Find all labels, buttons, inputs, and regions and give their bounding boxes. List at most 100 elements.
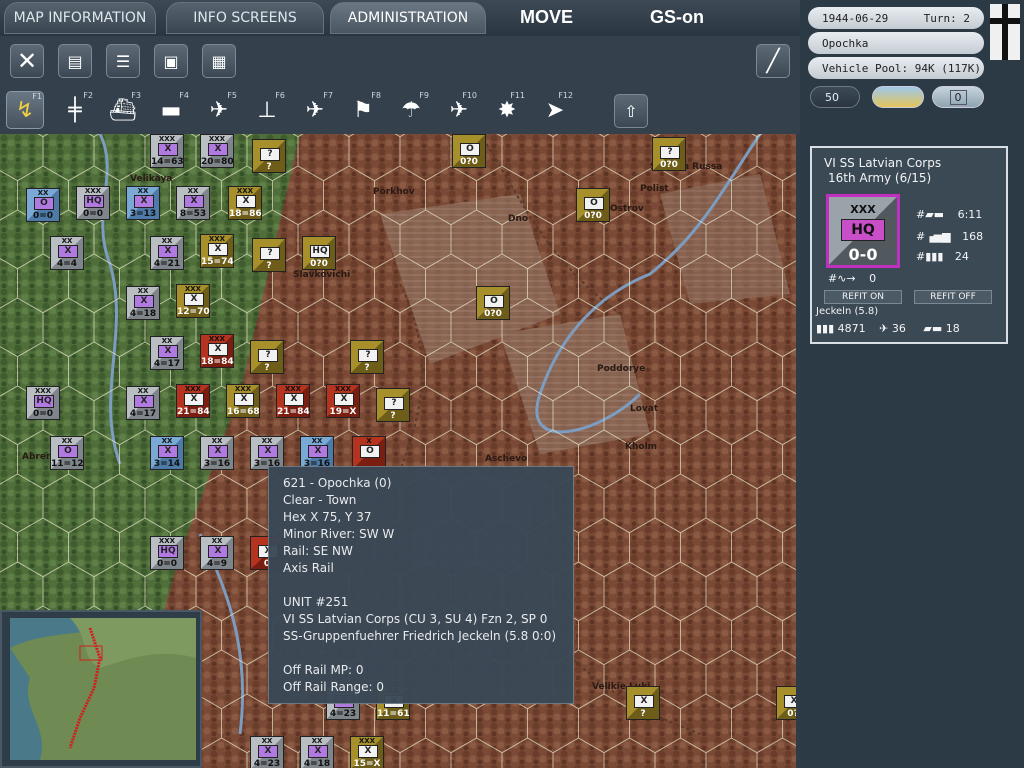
refit-on-button[interactable]: REFIT ON (824, 290, 902, 304)
unit-counter[interactable]: XX X 4=21 (150, 236, 184, 270)
value-b-box: 0 (932, 86, 984, 108)
men-icon: ▮▮▮ (816, 322, 835, 335)
unit-counter[interactable]: XXX X 12=70 (176, 284, 210, 318)
tab-administration[interactable]: ADMINISTRATION (330, 2, 486, 34)
unit-counter[interactable]: XXX HQ 0=0 (26, 386, 60, 420)
tank-count-row: #▰▬ 6:11 (916, 208, 982, 221)
vehicle-count: 24 (954, 250, 969, 263)
commander-report-icon[interactable]: ▤ (58, 44, 92, 78)
unit-type: HQ (841, 219, 885, 241)
unit-counter[interactable]: XXX HQ 0-0 (826, 194, 900, 268)
unit-counter[interactable]: XXX X 18=84 (200, 334, 234, 368)
counter-symbol: X (234, 393, 254, 406)
artillery-icon[interactable]: ⊥ F6 (248, 91, 286, 129)
next-unit-icon[interactable]: ➤ F12 (536, 91, 574, 129)
counter-value: 0=0 (82, 209, 104, 219)
unit-counter[interactable]: XXX X 20=80 (200, 134, 234, 168)
unit-counter[interactable]: XXX X 21=84 (176, 384, 210, 418)
unit-counter[interactable]: XX X 3=14 (150, 436, 184, 470)
naval-icon[interactable]: ⛴ F3 (104, 91, 142, 129)
unit-counter[interactable]: XXX HQ 0=0 (76, 186, 110, 220)
tooltip-rail: Rail: SE NW (283, 544, 353, 558)
tab-map-information[interactable]: MAP INFORMATION (4, 2, 156, 34)
unit-counter[interactable]: XX X 4=9 (200, 536, 234, 570)
counter-symbol: ? (384, 397, 404, 410)
fkey-label: F8 (371, 91, 381, 100)
tooltip-hex-name: 621 - Opochka (0) (283, 476, 392, 490)
bombing-icon[interactable]: ⚑ F8 (344, 91, 382, 129)
counter-value: 0=0 (156, 559, 178, 569)
rail-icon[interactable]: ╪ F2 (56, 91, 94, 129)
unit-counter[interactable]: XXX X 14=63 (150, 134, 184, 168)
unit-counter[interactable]: O 0?0 (452, 134, 486, 168)
grid-icon[interactable]: ▦ (202, 44, 236, 78)
naval-transport-icon[interactable]: ▬ F4 (152, 91, 190, 129)
unit-counter[interactable]: XXX HQ 0=0 (150, 536, 184, 570)
minimap[interactable] (0, 610, 202, 768)
counter-symbol: X (184, 293, 204, 306)
unit-counter[interactable]: XXX X 21=84 (276, 384, 310, 418)
counter-symbol: ? (260, 247, 280, 260)
gs-toggle[interactable]: GS-on (650, 7, 704, 28)
counter-value: 12=70 (177, 307, 210, 317)
tab-info-screens[interactable]: INFO SCREENS (166, 2, 324, 34)
counter-value: 4=17 (129, 409, 157, 419)
unit-counter[interactable]: XXX X 15=X (350, 736, 384, 768)
unit-counter[interactable]: X0? (776, 686, 796, 720)
counter-value: ? (266, 261, 272, 271)
refit-off-button[interactable]: REFIT OFF (914, 290, 992, 304)
counter-value: 0? (787, 709, 796, 719)
weather-icon[interactable] (872, 86, 924, 108)
unit-counter[interactable]: XX X 4=17 (150, 336, 184, 370)
unit-counter[interactable]: ?? (350, 340, 384, 374)
unit-counter[interactable]: XO (352, 436, 386, 470)
move-mode-icon[interactable]: ↯ F1 (6, 91, 44, 129)
unit-counter[interactable]: XXX4=23 (250, 736, 284, 768)
unit-counter[interactable]: ?? (250, 340, 284, 374)
unit-counter[interactable]: ?? (376, 388, 410, 422)
unit-counter[interactable]: O 0?0 (476, 286, 510, 320)
unit-counter[interactable]: XX O 11=12 (50, 436, 84, 470)
unit-counter[interactable]: XX X 4=4 (50, 236, 84, 270)
unit-counter[interactable]: O 0?0 (576, 188, 610, 222)
counter-size: XX (137, 387, 149, 395)
unit-counter[interactable]: XX X 3=16 (200, 436, 234, 470)
counter-symbol: ? (358, 349, 378, 362)
close-icon[interactable]: ✕ (10, 44, 44, 78)
place-label: Velikaya (130, 174, 173, 184)
tooltip-spacer (283, 645, 559, 662)
unit-counter[interactable]: XX X 4=18 (300, 736, 334, 768)
explosion-icon[interactable]: ✸ F11 (488, 91, 526, 129)
list-icon[interactable]: ☰ (106, 44, 140, 78)
unit-counter[interactable]: HQ 0?0 (302, 236, 336, 270)
air-transport-icon[interactable]: ✈ F7 (296, 91, 334, 129)
counter-value: ? (640, 709, 646, 719)
unit-counter[interactable]: XX X 3=16 (250, 436, 284, 470)
location-box: Opochka (808, 32, 984, 54)
unit-counter[interactable]: ? 0?0 (652, 137, 686, 171)
pen-icon[interactable]: ╱ (756, 44, 790, 78)
unit-counter[interactable]: X? (626, 686, 660, 720)
unit-counter[interactable]: XX X 4=18 (126, 286, 160, 320)
upload-icon[interactable]: ⇧ (614, 94, 648, 128)
unit-counter[interactable]: XX X 8=53 (176, 186, 210, 220)
counter-symbol: HQ (84, 195, 104, 208)
counter-value: 14=63 (151, 157, 184, 167)
counter-size: XX (187, 187, 199, 195)
airstrike-icon[interactable]: ✈ F10 (440, 91, 478, 129)
unit-counter[interactable]: XXX X 19=X (326, 384, 360, 418)
unit-counter[interactable]: ?? (252, 238, 286, 272)
unit-counter[interactable]: XXX X 15=74 (200, 234, 234, 268)
save-icon[interactable]: ▣ (154, 44, 188, 78)
unit-counter[interactable]: XXX X 16=68 (226, 384, 260, 418)
unit-counter[interactable]: ?? (252, 139, 286, 173)
unit-counter[interactable]: XX X 4=17 (126, 386, 160, 420)
unit-counter[interactable]: XXX X 18=86 (228, 186, 262, 220)
unit-counter[interactable]: XX O 0=0 (26, 188, 60, 222)
gun-count: 168 (962, 230, 984, 243)
fkey-label: F9 (419, 91, 429, 100)
unit-counter[interactable]: XX X 3=13 (126, 186, 160, 220)
unit-counter[interactable]: XX X 3=16 (300, 436, 334, 470)
air-icon[interactable]: ✈ F5 (200, 91, 238, 129)
paradrop-icon[interactable]: ☂ F9 (392, 91, 430, 129)
